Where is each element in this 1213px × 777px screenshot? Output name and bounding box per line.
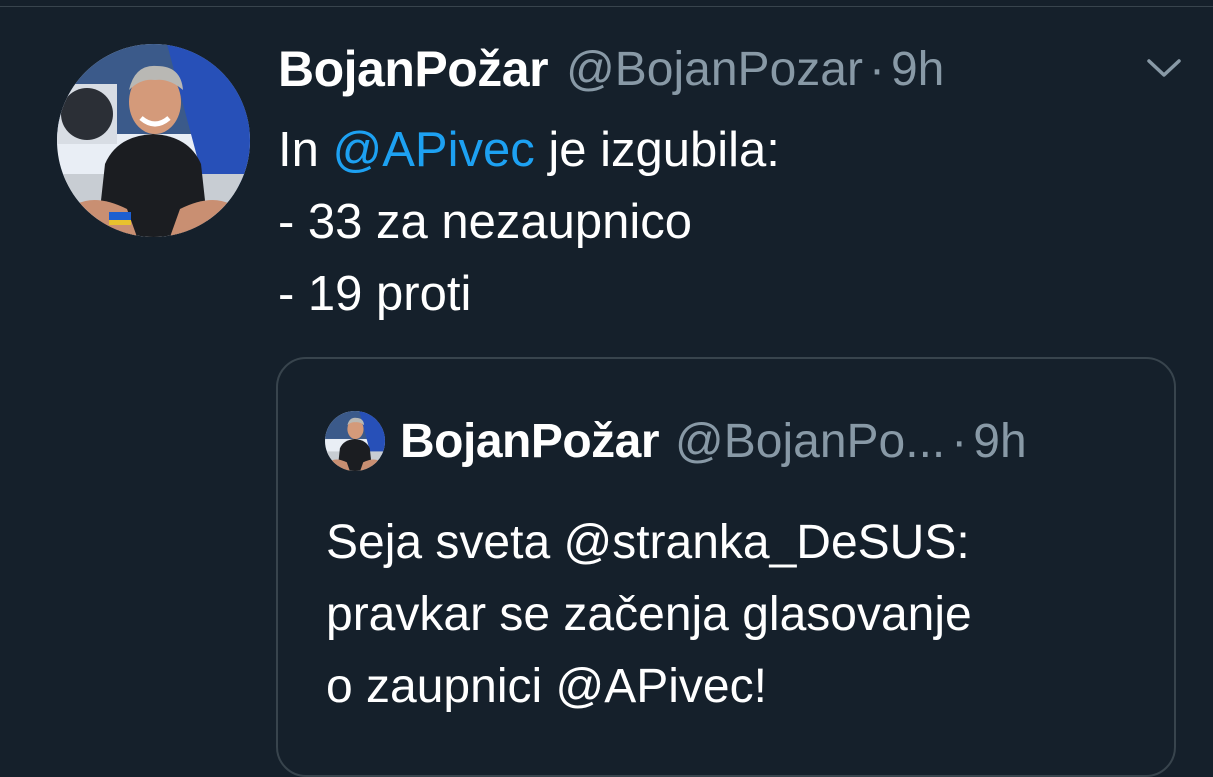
quoted-tweet-header: BojanPožar @BojanPo... · 9h [400,411,1027,471]
tweet-text-after-mention: je izgubila: [534,123,780,177]
quoted-avatar-image [325,411,385,471]
tweet-text: In @APivec je izgubila: - 33 za nezaupni… [278,114,780,330]
tweet[interactable]: BojanPožar @BojanPozar · 9h In @APivec j… [0,0,1213,777]
quoted-text-line-3: o zaupnici @APivec! [326,660,767,713]
tweet-menu-button[interactable] [1142,52,1186,84]
tweet-text-intro: In [278,123,333,177]
author-name[interactable]: BojanPožar [278,40,549,98]
quoted-separator-dot: · [951,414,968,468]
quoted-author-handle[interactable]: @BojanPo... [675,414,945,469]
mention-link[interactable]: @APivec [332,123,534,177]
quoted-timestamp[interactable]: 9h [973,414,1026,469]
avatar-image [57,44,250,237]
tweet-text-line-3: - 19 proti [278,267,472,321]
tweet-text-line-1: In @APivec je izgubila: [278,114,780,186]
quoted-text-line-2: pravkar se začenja glasovanje [326,588,972,641]
tweet-text-line-2: - 33 za nezaupnico [278,195,693,249]
quoted-avatar[interactable] [325,411,385,471]
quoted-author-name[interactable]: BojanPožar [400,414,660,469]
tweet-header: BojanPožar @BojanPozar · 9h [278,40,944,98]
quoted-tweet[interactable]: BojanPožar @BojanPo... · 9h Seja sveta @… [276,357,1176,777]
timestamp[interactable]: 9h [891,42,944,97]
avatar[interactable] [57,44,250,237]
chevron-down-icon [1147,59,1181,77]
quoted-tweet-text: Seja sveta @stranka_DeSUS: pravkar se za… [326,507,972,723]
quoted-text-line-1: Seja sveta @stranka_DeSUS: [326,516,970,569]
separator-dot: · [868,42,885,96]
author-handle[interactable]: @BojanPozar [566,42,863,97]
